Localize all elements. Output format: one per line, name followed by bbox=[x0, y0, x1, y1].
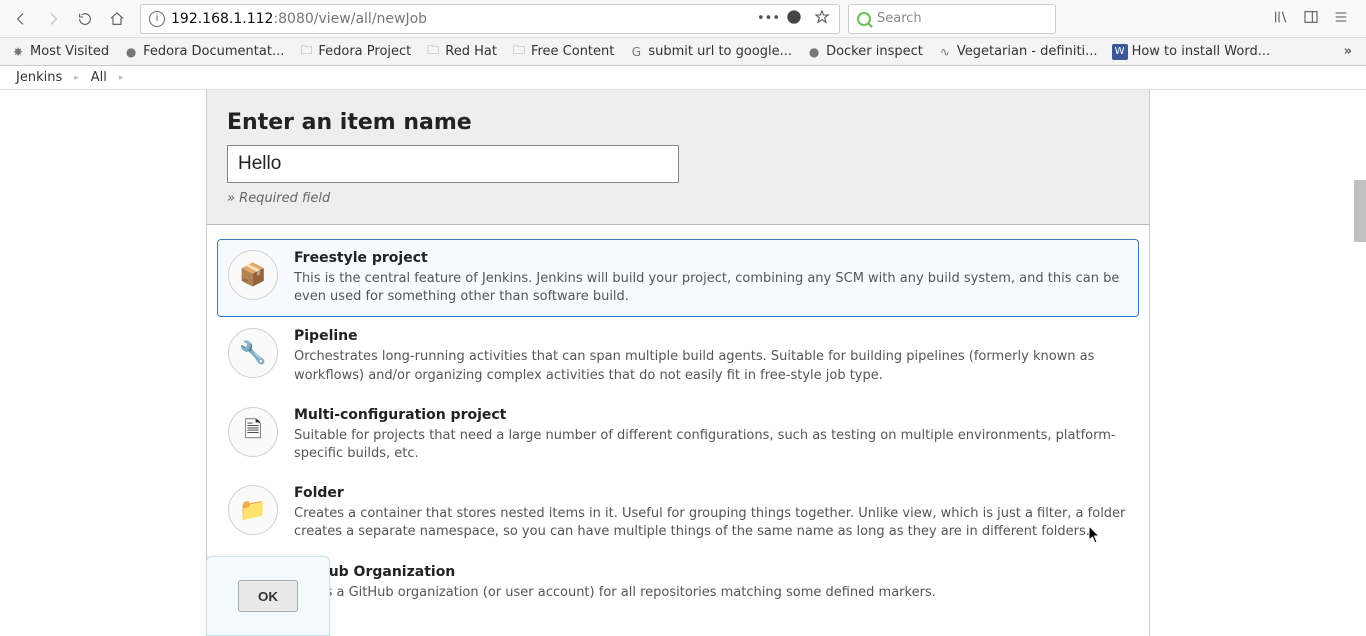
chevron-right-icon: ▸ bbox=[111, 73, 132, 83]
menu-icon[interactable] bbox=[1332, 9, 1350, 29]
option-title: GitHub Organization bbox=[294, 564, 1128, 580]
option-title: Pipeline bbox=[294, 328, 1128, 344]
url-host: 192.168.1.112 bbox=[171, 11, 273, 27]
back-button[interactable] bbox=[6, 5, 36, 33]
bookmark-fedora-doc[interactable]: ● Fedora Documentat... bbox=[123, 44, 284, 60]
option-title: Freestyle project bbox=[294, 250, 1128, 266]
option-desc: This is the central feature of Jenkins. … bbox=[294, 270, 1128, 306]
bookmark-icon: ● bbox=[123, 44, 139, 60]
option-desc: Orchestrates long-running activities tha… bbox=[294, 348, 1128, 384]
bookmark-label: How to install Word... bbox=[1132, 44, 1271, 59]
bookmark-most-visited[interactable]: ✸ Most Visited bbox=[10, 44, 109, 60]
bookmark-label: Vegetarian - definiti... bbox=[957, 44, 1098, 59]
sidebar-icon[interactable] bbox=[1302, 9, 1320, 29]
option-pipeline[interactable]: 🔧 Pipeline Orchestrates long-running act… bbox=[217, 317, 1139, 395]
freestyle-icon: 📦 bbox=[228, 250, 278, 300]
chevron-right-icon: ▸ bbox=[66, 73, 87, 83]
pipeline-icon: 🔧 bbox=[228, 328, 278, 378]
site-info-icon[interactable]: i bbox=[149, 11, 165, 27]
breadcrumb-all[interactable]: All bbox=[91, 70, 107, 85]
forward-button[interactable] bbox=[38, 5, 68, 33]
option-freestyle-project[interactable]: 📦 Freestyle project This is the central … bbox=[217, 239, 1139, 317]
url-text: 192.168.1.112:8080/view/all/newJob bbox=[171, 11, 751, 27]
right-margin bbox=[1150, 90, 1366, 636]
bookmark-label: Red Hat bbox=[445, 44, 497, 59]
page-actions-icon[interactable]: ••• bbox=[757, 11, 775, 26]
bookmark-icon: ✸ bbox=[10, 44, 26, 60]
bookmark-icon: 🗀 bbox=[298, 44, 314, 60]
search-placeholder: Search bbox=[877, 11, 922, 26]
option-folder[interactable]: 📁 Folder Creates a container that stores… bbox=[217, 474, 1139, 552]
left-margin bbox=[0, 90, 206, 636]
bookmark-label: Fedora Project bbox=[318, 44, 411, 59]
pocket-icon[interactable] bbox=[785, 9, 803, 29]
bookmark-icon: 🗀 bbox=[511, 44, 527, 60]
bookmark-icon: ∿ bbox=[937, 44, 953, 60]
bookmark-red-hat[interactable]: 🗀 Red Hat bbox=[425, 44, 497, 60]
bookmark-label: Most Visited bbox=[30, 44, 109, 59]
option-github-org[interactable]: 🐙 GitHub Organization Scans a GitHub org… bbox=[217, 553, 1139, 625]
option-desc: Suitable for projects that need a large … bbox=[294, 427, 1128, 463]
folder-icon: 📁 bbox=[228, 485, 278, 535]
required-hint: » Required field bbox=[227, 191, 1129, 206]
bookmark-label: submit url to google... bbox=[648, 44, 792, 59]
bookmark-star-icon[interactable] bbox=[813, 9, 831, 29]
bookmark-icon: W bbox=[1112, 44, 1128, 60]
search-icon bbox=[857, 12, 871, 26]
breadcrumb: Jenkins ▸ All ▸ bbox=[0, 66, 1366, 90]
bookmark-free-content[interactable]: 🗀 Free Content bbox=[511, 44, 614, 60]
option-desc: Scans a GitHub organization (or user acc… bbox=[294, 584, 1128, 602]
main-content: Enter an item name » Required field 📦 Fr… bbox=[206, 90, 1150, 636]
library-icon[interactable] bbox=[1272, 9, 1290, 29]
bookmarks-bar: ✸ Most Visited ● Fedora Documentat... 🗀 … bbox=[0, 38, 1366, 66]
browser-toolbar: i 192.168.1.112:8080/view/all/newJob •••… bbox=[0, 0, 1366, 38]
bookmark-icon: ● bbox=[806, 44, 822, 60]
bookmark-icon: 🗀 bbox=[425, 44, 441, 60]
breadcrumb-jenkins[interactable]: Jenkins bbox=[16, 70, 62, 85]
home-button[interactable] bbox=[102, 5, 132, 33]
bookmark-label: Docker inspect bbox=[826, 44, 923, 59]
option-multi-config[interactable]: 🗎 Multi-configuration project Suitable f… bbox=[217, 396, 1139, 474]
page-title: Enter an item name bbox=[227, 110, 1129, 135]
bookmark-icon: G bbox=[628, 44, 644, 60]
submit-panel: OK bbox=[206, 556, 330, 636]
option-title: Multi-configuration project bbox=[294, 407, 1128, 423]
bookmark-docker-inspect[interactable]: ● Docker inspect bbox=[806, 44, 923, 60]
url-bar[interactable]: i 192.168.1.112:8080/view/all/newJob ••• bbox=[140, 4, 840, 34]
item-type-list: 📦 Freestyle project This is the central … bbox=[207, 225, 1149, 636]
option-title: Folder bbox=[294, 485, 1128, 501]
bookmark-label: Free Content bbox=[531, 44, 614, 59]
reload-button[interactable] bbox=[70, 5, 100, 33]
scrollbar-thumb[interactable] bbox=[1354, 180, 1366, 242]
bookmark-submit-google[interactable]: G submit url to google... bbox=[628, 44, 792, 60]
bookmark-label: Fedora Documentat... bbox=[143, 44, 284, 59]
bookmark-install-word[interactable]: W How to install Word... bbox=[1112, 44, 1271, 60]
url-path: :8080/view/all/newJob bbox=[273, 11, 427, 27]
option-desc: Creates a container that stores nested i… bbox=[294, 505, 1128, 541]
bookmark-overflow-icon[interactable]: » bbox=[1344, 44, 1356, 59]
bookmark-vegetarian[interactable]: ∿ Vegetarian - definiti... bbox=[937, 44, 1098, 60]
ok-button[interactable]: OK bbox=[238, 580, 298, 612]
multi-config-icon: 🗎 bbox=[228, 407, 278, 457]
item-name-input[interactable] bbox=[227, 145, 679, 183]
search-bar[interactable]: Search bbox=[848, 4, 1056, 34]
bookmark-fedora-project[interactable]: 🗀 Fedora Project bbox=[298, 44, 411, 60]
